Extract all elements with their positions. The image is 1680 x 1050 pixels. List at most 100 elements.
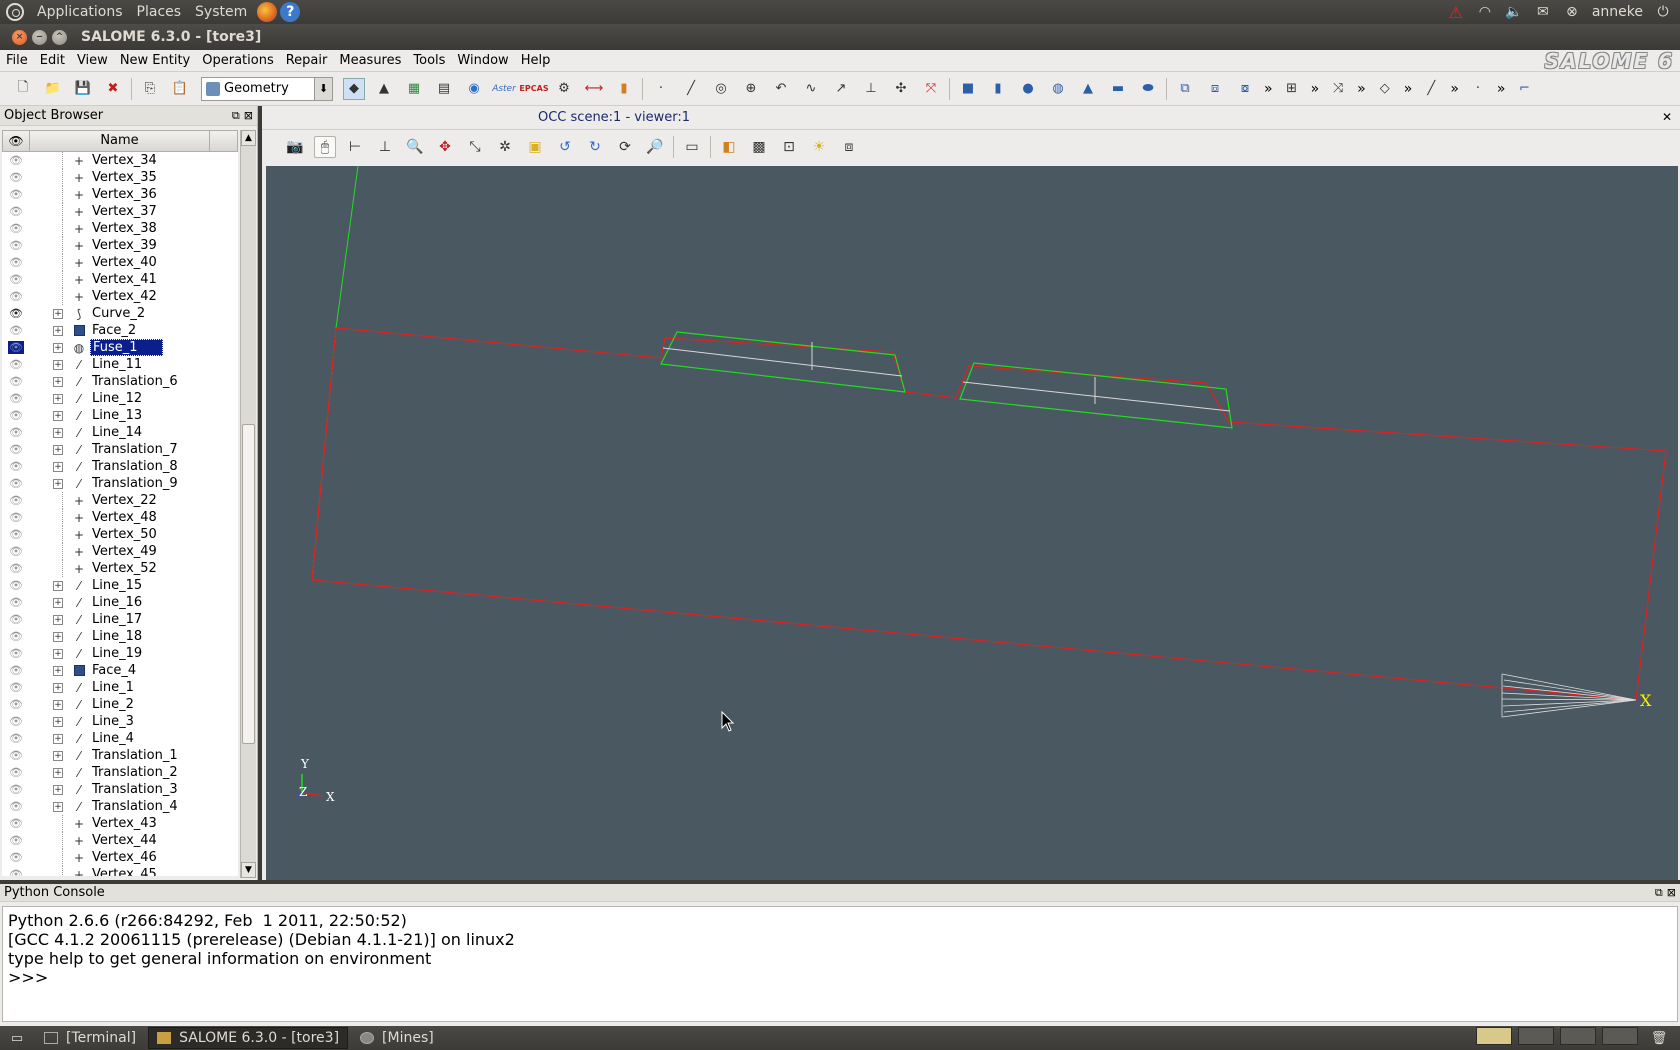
- console-prompt[interactable]: >>>: [8, 968, 1672, 987]
- expand-node-icon[interactable]: +: [53, 665, 63, 676]
- close-panel-icon[interactable]: ⊠: [1667, 886, 1676, 900]
- line-icon[interactable]: ╱: [680, 78, 702, 100]
- visibility-eye-icon[interactable]: 👁: [8, 630, 24, 643]
- scroll-up-arrow[interactable]: ▲: [241, 130, 256, 146]
- visibility-eye-icon[interactable]: 👁: [8, 579, 24, 592]
- trash-icon[interactable]: 🗑: [1648, 1027, 1670, 1049]
- tree-row[interactable]: 👁 + Vertex_36: [2, 186, 238, 203]
- plane-icon[interactable]: ⊥: [860, 78, 882, 100]
- viewer-tab-title[interactable]: OCC scene:1 - viewer:1: [538, 110, 690, 125]
- expand-node-icon[interactable]: +: [53, 801, 63, 812]
- tree-row[interactable]: 👁 + ⁄ Line_12: [2, 390, 238, 407]
- tree-row[interactable]: 👁 + ⁄ Translation_8: [2, 458, 238, 475]
- workspace-1[interactable]: [1476, 1027, 1512, 1045]
- object-browser-titlebar[interactable]: Object Browser ⧉ ⊠: [0, 106, 257, 126]
- tree-row[interactable]: 👁 + ⁄ Line_13: [2, 407, 238, 424]
- visibility-eye-icon[interactable]: 👁: [8, 273, 24, 286]
- tree-row[interactable]: 👁 + Vertex_39: [2, 237, 238, 254]
- close-viewer-icon[interactable]: ✕: [1662, 110, 1672, 124]
- measure-icon[interactable]: ╱: [1420, 78, 1442, 100]
- visibility-eye-icon[interactable]: 👁: [8, 613, 24, 626]
- visibility-eye-icon[interactable]: 👁: [8, 749, 24, 762]
- expand-node-icon[interactable]: +: [53, 427, 63, 438]
- tree-row[interactable]: 👁 + ⁄ Line_17: [2, 611, 238, 628]
- cylinder-icon[interactable]: ▮: [987, 78, 1009, 100]
- tree-row[interactable]: 👁 + Vertex_46: [2, 849, 238, 866]
- tree-row[interactable]: 👁 + Vertex_49: [2, 543, 238, 560]
- visibility-eye-icon[interactable]: 👁: [8, 392, 24, 405]
- visibility-eye-icon[interactable]: 👁: [8, 426, 24, 439]
- module-gears-icon[interactable]: ⚙: [553, 78, 575, 100]
- tree-row[interactable]: 👁 + Vertex_37: [2, 203, 238, 220]
- visibility-eye-icon[interactable]: 👁: [8, 851, 24, 864]
- toolbar-overflow-button[interactable]: »: [1450, 81, 1459, 97]
- python-console-titlebar[interactable]: Python Console ⧉ ⊠: [0, 884, 1680, 902]
- volume-icon[interactable]: 🔈: [1505, 4, 1523, 20]
- tree-row[interactable]: 👁 + Face_4: [2, 662, 238, 679]
- name-column-header[interactable]: Name: [30, 131, 210, 151]
- tree-row[interactable]: 👁 + Vertex_35: [2, 169, 238, 186]
- visibility-eye-icon[interactable]: 👁: [8, 341, 24, 354]
- circle-icon[interactable]: ◎: [710, 78, 732, 100]
- tree-row[interactable]: 👁 + Face_2: [2, 322, 238, 339]
- tree-row[interactable]: 👁 + Vertex_40: [2, 254, 238, 271]
- geometry-scene[interactable]: X Y Z X: [266, 166, 1678, 880]
- float-panel-icon[interactable]: ⧉: [1655, 886, 1663, 900]
- visibility-eye-icon[interactable]: 👁: [8, 375, 24, 388]
- object-tree-scrollbar[interactable]: ▲ ▼: [240, 130, 256, 878]
- tree-row[interactable]: 👁 + ⁄ Line_19: [2, 645, 238, 662]
- expand-node-icon[interactable]: +: [53, 614, 63, 625]
- open-folder-icon[interactable]: 📁: [42, 78, 64, 100]
- torus-icon[interactable]: ◍: [1047, 78, 1069, 100]
- expand-node-icon[interactable]: +: [53, 461, 63, 472]
- expand-node-icon[interactable]: +: [53, 444, 63, 455]
- paravis-module-icon[interactable]: ◉: [463, 78, 485, 100]
- expand-node-icon[interactable]: +: [53, 325, 63, 336]
- visibility-eye-icon[interactable]: 👁: [8, 188, 24, 201]
- partition-icon[interactable]: ⊞: [1281, 78, 1303, 100]
- menu-tools[interactable]: Tools: [407, 53, 451, 68]
- save-icon[interactable]: 💾: [72, 78, 94, 100]
- menu-repair[interactable]: Repair: [280, 53, 334, 68]
- tree-row[interactable]: 👁 + ⁄ Translation_4: [2, 798, 238, 815]
- common-icon[interactable]: ⧈: [1204, 78, 1226, 100]
- visibility-eye-icon[interactable]: 👁: [8, 698, 24, 711]
- pan-icon[interactable]: ✥: [434, 136, 456, 158]
- visibility-eye-icon[interactable]: 👁: [8, 477, 24, 490]
- arc-icon[interactable]: ↶: [770, 78, 792, 100]
- visibility-eye-icon[interactable]: 👁: [8, 596, 24, 609]
- toolbar-overflow-button[interactable]: »: [1264, 81, 1273, 97]
- visibility-eye-icon[interactable]: 👁: [8, 460, 24, 473]
- tree-row[interactable]: 👁 + ⁄ Translation_7: [2, 441, 238, 458]
- fit-all-icon[interactable]: ⊥: [374, 136, 396, 158]
- copy-icon[interactable]: ⎘: [139, 78, 161, 100]
- paste-icon[interactable]: 📋: [169, 78, 191, 100]
- menu-measures[interactable]: Measures: [333, 53, 407, 68]
- user-name[interactable]: anneke: [1592, 4, 1643, 20]
- ambient-light-icon[interactable]: ☀: [808, 136, 830, 158]
- visibility-eye-icon[interactable]: 👁: [8, 324, 24, 337]
- tree-row[interactable]: 👁 + Vertex_52: [2, 560, 238, 577]
- visibility-eye-icon[interactable]: 👁: [8, 239, 24, 252]
- sphere-icon[interactable]: ●: [1017, 78, 1039, 100]
- viewer-tab[interactable]: OCC scene:1 - viewer:1 ✕: [262, 106, 1680, 130]
- visibility-eye-icon[interactable]: 👁: [8, 545, 24, 558]
- expand-node-icon[interactable]: +: [53, 359, 63, 370]
- visibility-eye-icon[interactable]: 👁: [8, 222, 24, 235]
- smesh-module-icon[interactable]: ▲: [373, 78, 395, 100]
- visibility-eye-icon[interactable]: 👁: [8, 715, 24, 728]
- tree-row[interactable]: 👁 + ⁄ Line_14: [2, 424, 238, 441]
- visibility-eye-icon[interactable]: 👁: [8, 868, 24, 876]
- scaling-icon[interactable]: ▩: [748, 136, 770, 158]
- visibility-eye-icon[interactable]: 👁: [8, 409, 24, 422]
- visibility-eye-icon[interactable]: 👁: [8, 511, 24, 524]
- rotate-right-icon[interactable]: ↻: [584, 136, 606, 158]
- expand-node-icon[interactable]: +: [53, 648, 63, 659]
- menu-file[interactable]: File: [0, 53, 34, 68]
- expand-node-icon[interactable]: +: [53, 580, 63, 591]
- epcas-module-icon[interactable]: EPCAS: [519, 78, 548, 100]
- visibility-eye-icon[interactable]: 👁: [8, 834, 24, 847]
- vector-icon[interactable]: ↗: [830, 78, 852, 100]
- visibility-eye-icon[interactable]: 👁: [8, 681, 24, 694]
- scroll-down-arrow[interactable]: ▼: [241, 862, 256, 878]
